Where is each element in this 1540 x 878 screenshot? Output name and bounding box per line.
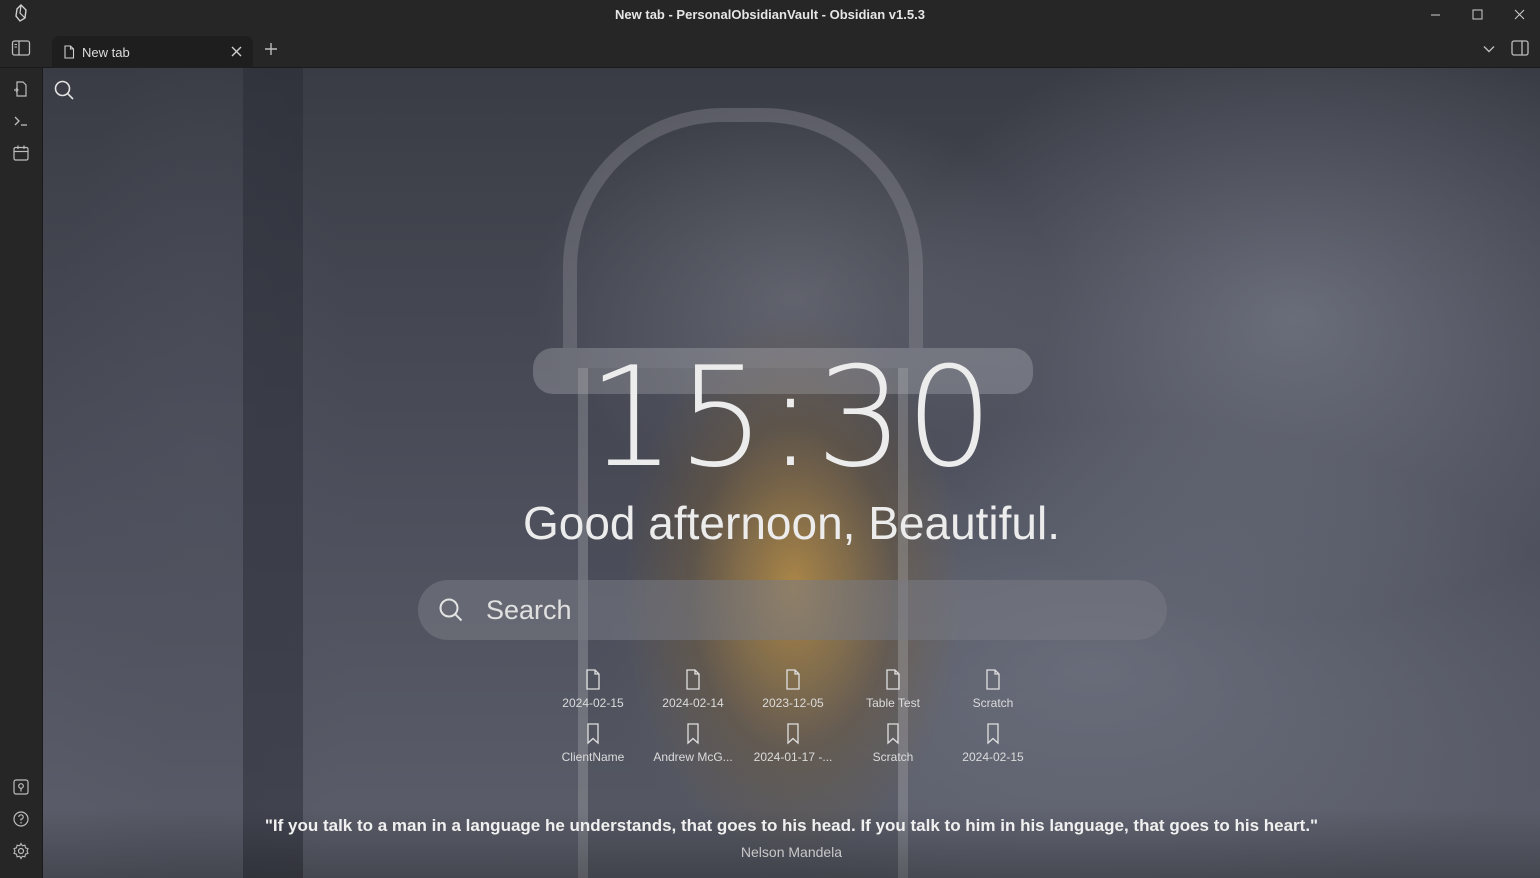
search-icon[interactable]	[53, 79, 75, 101]
greeting: Good afternoon, Beautiful.	[522, 497, 1061, 549]
quick-access-grid: 2024-02-15 2024-02-14 2023-12-05 Table T…	[543, 668, 1043, 764]
search-input[interactable]	[484, 593, 1124, 627]
close-icon	[1514, 9, 1524, 19]
file-icon	[586, 669, 600, 690]
close-tab-icon[interactable]	[230, 45, 243, 58]
minimize-button[interactable]	[1414, 0, 1456, 28]
file-icon	[686, 669, 700, 690]
bookmark-item[interactable]: Andrew McG...	[643, 722, 743, 764]
bookmark-label: Andrew McG...	[653, 750, 733, 764]
search-icon	[439, 598, 463, 622]
recent-file-item[interactable]: Table Test	[843, 668, 943, 710]
new-tab-plus-icon[interactable]	[263, 41, 279, 57]
bookmark-item[interactable]: Scratch	[843, 722, 943, 764]
maximize-icon	[1472, 9, 1482, 19]
clock: 15:30	[587, 337, 996, 498]
minimize-icon	[1430, 14, 1440, 15]
bookmark-icon	[987, 723, 999, 745]
new-tab-view: 15:30 Good afternoon, Beautiful. 2024-02…	[43, 68, 1540, 878]
bookmark-item[interactable]: ClientName	[543, 722, 643, 764]
bookmark-item[interactable]: 2024-01-17 -...	[743, 722, 843, 764]
title-bar: New tab - PersonalObsidianVault - Obsidi…	[0, 0, 1540, 28]
maximize-button[interactable]	[1456, 0, 1498, 28]
recent-file-label: Table Test	[866, 696, 920, 710]
close-window-button[interactable]	[1498, 0, 1540, 28]
bookmark-icon	[687, 723, 699, 745]
terminal-icon[interactable]	[12, 112, 30, 130]
help-icon[interactable]	[12, 810, 30, 828]
recent-file-item[interactable]: 2023-12-05	[743, 668, 843, 710]
bookmark-icon	[587, 723, 599, 745]
recent-file-label: 2023-12-05	[762, 696, 824, 710]
settings-icon[interactable]	[12, 842, 30, 860]
bookmark-label: 2024-01-17 -...	[753, 750, 833, 764]
file-icon	[986, 669, 1000, 690]
search-bar[interactable]	[418, 580, 1167, 640]
tab-new-tab[interactable]: New tab	[52, 36, 253, 68]
recent-file-label: 2024-02-15	[562, 696, 624, 710]
vault-switch-icon[interactable]	[12, 778, 30, 796]
bookmark-icon	[787, 723, 799, 745]
ribbon	[0, 68, 43, 878]
recent-file-label: Scratch	[972, 696, 1014, 710]
recent-file-label: 2024-02-14	[662, 696, 724, 710]
left-sidebar-toggle-icon[interactable]	[11, 39, 31, 57]
bookmark-icon	[887, 723, 899, 745]
bookmark-label: ClientName	[561, 750, 625, 764]
open-quick-switcher-icon[interactable]	[12, 80, 30, 98]
quote-author: Nelson Mandela	[740, 844, 843, 860]
recent-file-item[interactable]: 2024-02-15	[543, 668, 643, 710]
bookmark-item[interactable]: 2024-02-15	[943, 722, 1043, 764]
file-icon	[886, 669, 900, 690]
file-icon	[786, 669, 800, 690]
bookmark-label: 2024-02-15	[962, 750, 1024, 764]
calendar-icon[interactable]	[12, 144, 30, 162]
tab-label: New tab	[82, 44, 130, 60]
recent-file-item[interactable]: Scratch	[943, 668, 1043, 710]
quote-text: "If you talk to a man in a language he u…	[264, 816, 1319, 835]
tab-bar: New tab	[0, 28, 1540, 68]
file-icon	[64, 45, 75, 59]
window-title: New tab - PersonalObsidianVault - Obsidi…	[615, 6, 925, 22]
obsidian-logo-icon[interactable]	[12, 4, 30, 22]
recent-file-item[interactable]: 2024-02-14	[643, 668, 743, 710]
bookmark-label: Scratch	[872, 750, 914, 764]
chevron-down-icon[interactable]	[1482, 42, 1496, 56]
background-lantern-handle	[563, 108, 923, 348]
right-sidebar-toggle-icon[interactable]	[1511, 40, 1529, 56]
window-controls	[1414, 0, 1540, 28]
